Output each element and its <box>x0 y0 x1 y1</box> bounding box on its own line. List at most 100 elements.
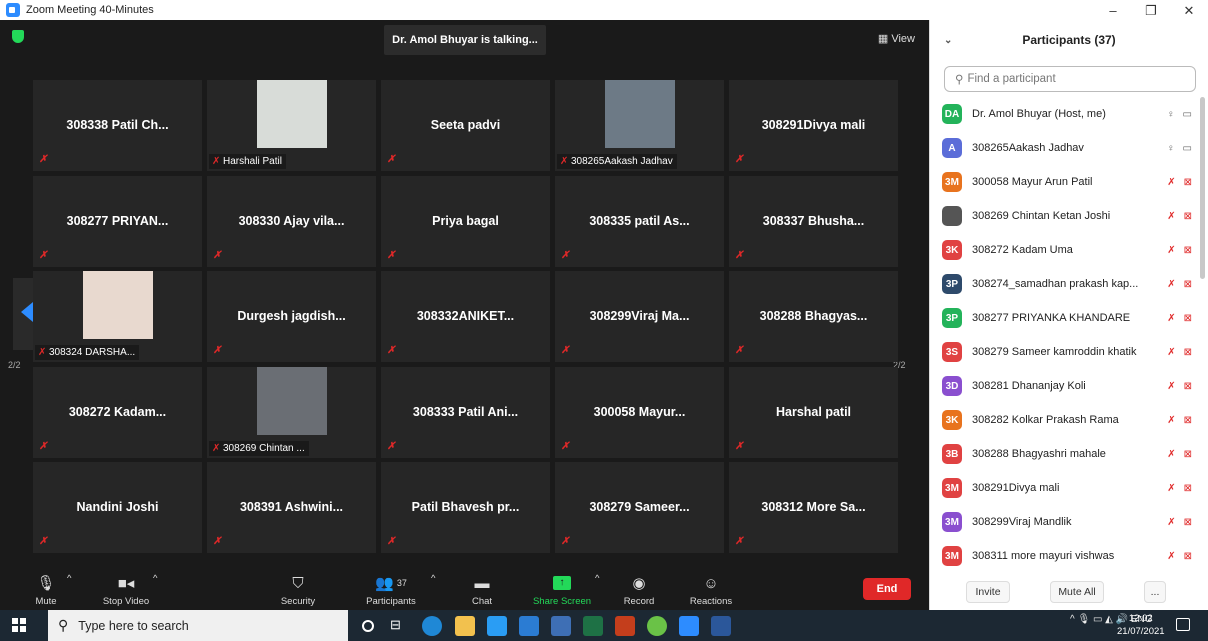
share-options-caret-icon[interactable]: ^ <box>595 573 599 584</box>
participant-row[interactable]: 3M 308299Viraj Mandlik ✗ ⊠ <box>930 505 1200 539</box>
participant-list-scrollbar[interactable] <box>1200 97 1205 279</box>
participant-row[interactable]: 3M 300058 Mayur Arun Patil ✗ ⊠ <box>930 165 1200 199</box>
mute-button[interactable]: 🎙 Mute <box>33 573 59 607</box>
mic-muted-icon[interactable]: ✗ <box>1167 313 1175 324</box>
mic-muted-icon[interactable]: ✗ <box>1167 449 1175 460</box>
share-screen-button[interactable]: ↑ Share Screen <box>531 573 593 607</box>
mic-muted-icon[interactable]: ✗ <box>1167 415 1175 426</box>
video-off-icon: ⊠ <box>1183 312 1192 324</box>
participant-row[interactable]: 3B 308288 Bhagyashri mahale ✗ ⊠ <box>930 437 1200 471</box>
participant-row[interactable]: 3K 308282 Kolkar Prakash Rama ✗ ⊠ <box>930 403 1200 437</box>
video-tile[interactable]: 308333 Patil Ani... ✗ <box>381 366 550 458</box>
participants-button[interactable]: 👥 37 Participants <box>363 573 419 607</box>
store-icon[interactable] <box>487 616 507 636</box>
video-tile[interactable]: 308299Viraj Ma... ✗ <box>555 271 724 362</box>
more-options-button[interactable]: ... <box>1144 581 1166 603</box>
edge-browser-icon[interactable] <box>422 616 442 636</box>
video-tile[interactable]: Seeta padvi ✗ <box>381 80 550 171</box>
audio-options-caret-icon[interactable]: ^ <box>67 573 71 584</box>
stop-video-button[interactable]: ■◂ Stop Video <box>98 573 154 607</box>
invite-button[interactable]: Invite <box>966 581 1010 603</box>
minimize-button[interactable]: – <box>1094 0 1132 20</box>
mic-muted-icon[interactable]: ✗ <box>1167 279 1175 290</box>
video-tile[interactable]: 308279 Sameer... ✗ <box>555 462 724 553</box>
collapse-chevron-icon[interactable]: ⌄ <box>944 35 952 46</box>
task-view-icon[interactable]: ⊟ <box>390 617 410 637</box>
excel-icon[interactable] <box>583 616 603 636</box>
video-tile[interactable]: Priya bagal ✗ <box>381 175 550 267</box>
security-button[interactable]: ⛉ Security <box>278 573 318 608</box>
participant-row[interactable]: 3K 308272 Kadam Uma ✗ ⊠ <box>930 233 1200 267</box>
video-options-caret-icon[interactable]: ^ <box>153 573 157 584</box>
video-tile[interactable]: 308324 DARSHA... <box>33 271 202 362</box>
window-title: Zoom Meeting 40-Minutes <box>26 4 154 16</box>
video-tile[interactable]: 308312 More Sa... ✗ <box>729 462 898 553</box>
video-tile[interactable]: 308335 patil As... ✗ <box>555 175 724 267</box>
muted-mic-icon: ✗ <box>387 536 396 547</box>
video-tile[interactable]: 300058 Mayur... ✗ <box>555 366 724 458</box>
participant-row[interactable]: 3D 308281 Dhananjay Koli ✗ ⊠ <box>930 369 1200 403</box>
mic-muted-icon[interactable]: ✗ <box>1167 483 1175 494</box>
participant-row[interactable]: 3M 308311 more mayuri vishwas ✗ ⊠ <box>930 539 1200 573</box>
maximize-button[interactable]: ❐ <box>1132 0 1170 20</box>
record-icon: ◉ <box>632 575 646 592</box>
mic-muted-icon[interactable]: ✗ <box>1167 551 1175 562</box>
taskbar-search-box[interactable]: ⚲ Type here to search <box>48 610 348 641</box>
video-tile[interactable]: 308330 Ajay vila... ✗ <box>207 175 376 267</box>
mic-icon[interactable]: ♀ <box>1167 109 1175 120</box>
cortana-icon[interactable] <box>362 620 374 632</box>
notification-center-icon[interactable] <box>1176 618 1190 631</box>
participant-row[interactable]: 3P 308277 PRIYANKA KHANDARE ✗ ⊠ <box>930 301 1200 335</box>
record-button[interactable]: ◉ Record <box>622 573 656 607</box>
qgis-icon[interactable] <box>647 616 667 636</box>
mic-muted-icon[interactable]: ✗ <box>1167 211 1175 222</box>
video-tile[interactable]: 308391 Ashwini... ✗ <box>207 462 376 553</box>
end-meeting-button[interactable]: End <box>863 578 911 600</box>
participant-row[interactable]: 3S 308279 Sameer kamroddin khatik ✗ ⊠ <box>930 335 1200 369</box>
chat-button[interactable]: ▬ Chat <box>467 573 497 608</box>
mic-muted-icon[interactable]: ✗ <box>1167 347 1175 358</box>
video-tile[interactable]: Durgesh jagdish... ✗ <box>207 271 376 362</box>
view-button[interactable]: ▦ View <box>878 32 915 45</box>
arrow-left-icon <box>21 302 33 322</box>
taskbar-clock[interactable]: 12:02 21/07/2021 <box>1117 612 1165 638</box>
video-tile[interactable]: Nandini Joshi ✗ <box>33 462 202 553</box>
video-tile[interactable]: 308291Divya mali ✗ <box>729 80 898 171</box>
participant-row[interactable]: 308269 Chintan Ketan Joshi ✗ ⊠ <box>930 199 1200 233</box>
video-tile[interactable]: 308277 PRIYAN... ✗ <box>33 175 202 267</box>
mic-muted-icon[interactable]: ✗ <box>1167 381 1175 392</box>
video-tile[interactable]: 308269 Chintan ... <box>207 366 376 458</box>
word-icon[interactable] <box>711 616 731 636</box>
participant-row[interactable]: 3P 308274_samadhan prakash kap... ✗ ⊠ <box>930 267 1200 301</box>
video-tile[interactable]: Harshal patil ✗ <box>729 366 898 458</box>
participant-row[interactable]: A 308265Aakash Jadhav ♀ ▭ <box>930 131 1200 165</box>
participant-search-input[interactable]: ⚲ Find a participant <box>944 66 1196 92</box>
video-tile[interactable]: Harshali Patil <box>207 80 376 171</box>
video-tile[interactable]: 308338 Patil Ch... ✗ <box>33 80 202 171</box>
video-tile[interactable]: Patil Bhavesh pr... ✗ <box>381 462 550 553</box>
powerpoint-icon[interactable] <box>615 616 635 636</box>
publisher-icon[interactable] <box>551 616 571 636</box>
windows-start-icon[interactable] <box>12 618 26 632</box>
zoom-taskbar-icon[interactable] <box>679 616 699 636</box>
mail-icon[interactable] <box>519 616 539 636</box>
participant-row[interactable]: DA Dr. Amol Bhuyar (Host, me) ♀ ▭ <box>930 97 1200 131</box>
encryption-shield-icon[interactable] <box>12 30 24 43</box>
mic-muted-icon[interactable]: ✗ <box>1167 177 1175 188</box>
participant-name: 308311 more mayuri vishwas <box>972 550 1115 562</box>
participants-options-caret-icon[interactable]: ^ <box>431 573 435 584</box>
video-tile[interactable]: 308288 Bhagyas... ✗ <box>729 271 898 362</box>
video-tile[interactable]: 308272 Kadam... ✗ <box>33 366 202 458</box>
mic-muted-icon[interactable]: ✗ <box>1167 517 1175 528</box>
reactions-button[interactable]: ☺ Reactions <box>688 573 734 608</box>
mic-icon[interactable]: ♀ <box>1167 143 1175 154</box>
close-button[interactable]: ✕ <box>1170 0 1208 20</box>
video-tile[interactable]: 308265Aakash Jadhav <box>555 80 724 171</box>
file-explorer-icon[interactable] <box>455 616 475 636</box>
participant-row[interactable]: 3M 308291Divya mali ✗ ⊠ <box>930 471 1200 505</box>
mic-muted-icon[interactable]: ✗ <box>1167 245 1175 256</box>
mute-all-button[interactable]: Mute All <box>1050 581 1104 603</box>
clock-time: 12:02 <box>1128 613 1153 624</box>
video-tile[interactable]: 308337 Bhusha... ✗ <box>729 175 898 267</box>
video-tile[interactable]: 308332ANIKET... ✗ <box>381 271 550 362</box>
